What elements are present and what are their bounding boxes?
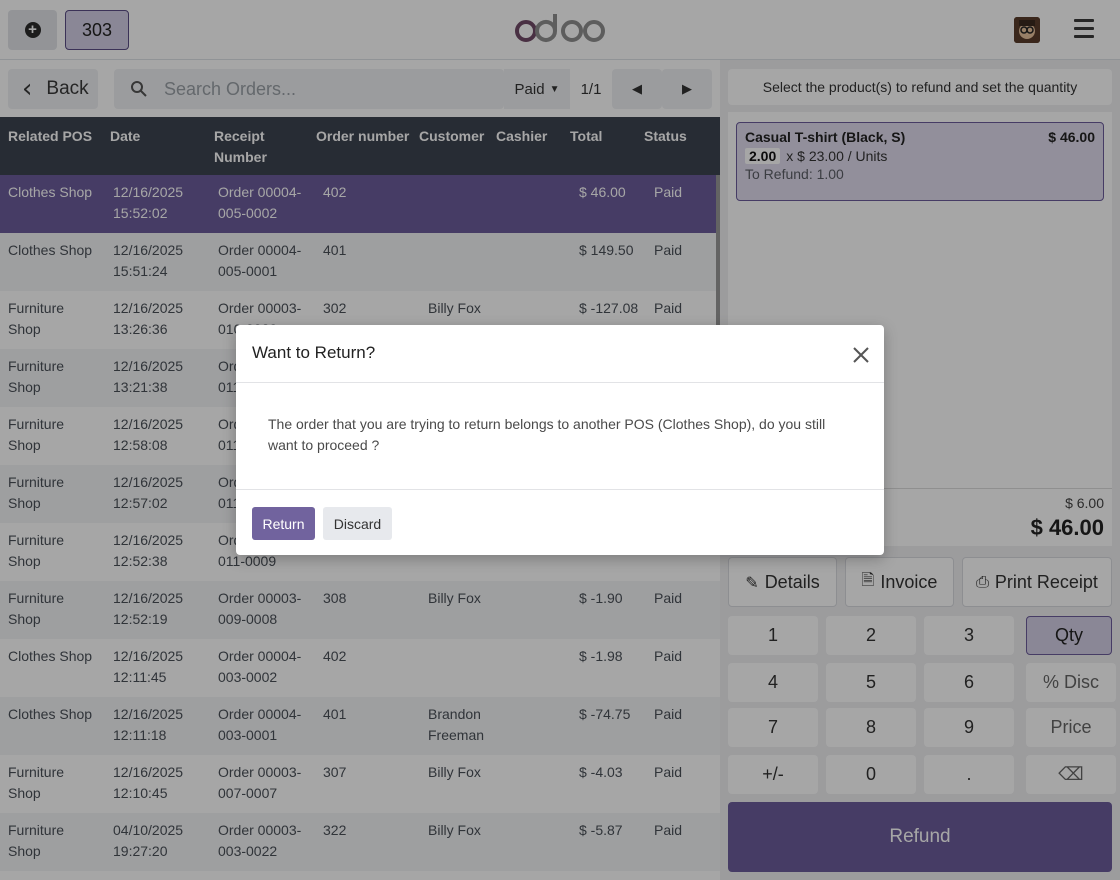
dialog-header: Want to Return? — [236, 325, 884, 383]
dialog-title: Want to Return? — [252, 343, 376, 362]
return-button[interactable]: Return — [252, 507, 315, 540]
return-confirm-dialog: Want to Return? The order that you are t… — [236, 325, 884, 555]
discard-button[interactable]: Discard — [323, 507, 392, 540]
close-icon[interactable] — [850, 344, 872, 366]
dialog-message: The order that you are trying to return … — [268, 416, 826, 453]
dialog-footer: Return Discard — [236, 489, 884, 555]
